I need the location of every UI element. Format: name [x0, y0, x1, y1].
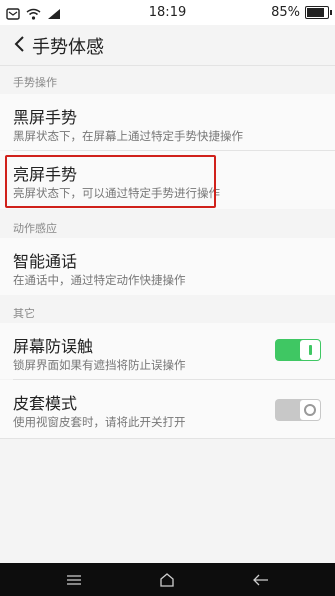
setting-title: 黑屏手势: [13, 108, 78, 127]
setting-desc: 使用视窗皮套时，请将此开关打开: [13, 415, 186, 429]
setting-screen-guard[interactable]: 屏幕防误触 锁屏界面如果有遮挡将防止误操作: [0, 323, 335, 379]
highlight-box: [5, 155, 216, 208]
setting-desc: 锁屏界面如果有遮挡将防止误操作: [13, 358, 186, 372]
menu-icon[interactable]: [62, 569, 86, 591]
setting-desc: 黑屏状态下，在屏幕上通过特定手势快捷操作: [13, 129, 243, 143]
setting-title: 智能通话: [13, 252, 78, 271]
battery-percent: 85%: [271, 5, 300, 20]
setting-case-mode[interactable]: 皮套模式 使用视窗皮套时，请将此开关打开: [0, 380, 335, 438]
system-nav-bar: [0, 563, 335, 596]
back-chevron-icon[interactable]: [8, 33, 30, 55]
page-header: 手势体感: [0, 25, 335, 66]
back-icon[interactable]: [249, 569, 273, 591]
page-title: 手势体感: [32, 37, 104, 58]
screen-guard-toggle[interactable]: [275, 339, 321, 361]
setting-desc: 在通话中，通过特定动作快捷操作: [13, 273, 186, 287]
battery-icon: [305, 6, 332, 19]
divider: [0, 438, 335, 439]
case-mode-toggle[interactable]: [275, 399, 321, 421]
home-icon[interactable]: [155, 569, 179, 591]
toggle-knob: [300, 400, 320, 420]
section-label-gesture: 手势操作: [13, 76, 57, 89]
setting-title: 屏幕防误触: [13, 337, 94, 356]
setting-title: 皮套模式: [13, 394, 78, 413]
status-bar: 18:19 85%: [0, 0, 335, 25]
status-right: 85%: [271, 5, 332, 20]
setting-black-screen-gesture[interactable]: 黑屏手势 黑屏状态下，在屏幕上通过特定手势快捷操作: [0, 94, 335, 150]
section-label-motion: 动作感应: [13, 222, 57, 235]
toggle-knob: [300, 340, 320, 360]
section-label-other: 其它: [13, 307, 35, 320]
setting-smart-call[interactable]: 智能通话 在通话中，通过特定动作快捷操作: [0, 238, 335, 295]
